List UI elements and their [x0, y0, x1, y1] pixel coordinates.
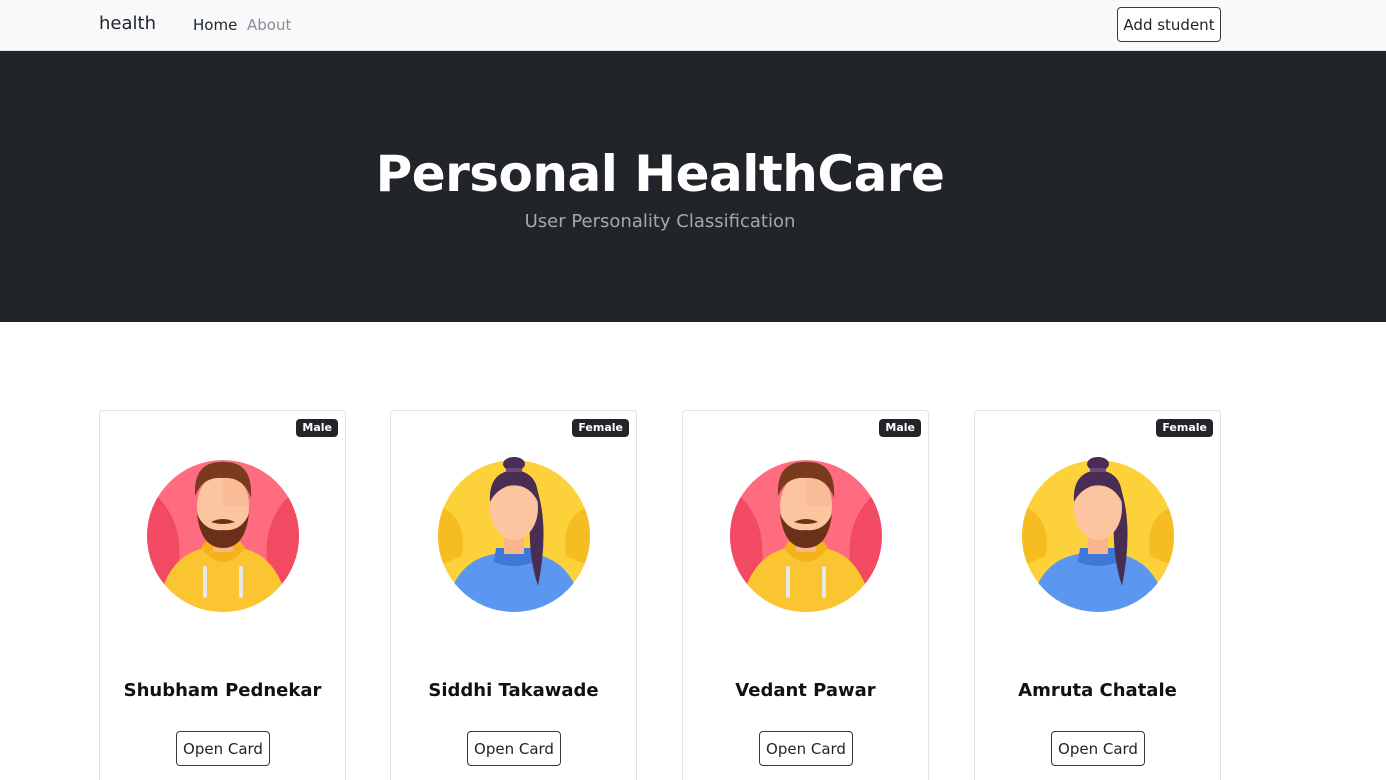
- nav-about-link[interactable]: About: [247, 16, 291, 34]
- open-card-button[interactable]: Open Card: [759, 731, 853, 766]
- gender-badge: Female: [572, 419, 629, 437]
- student-card: Female Siddhi Takawade Open Card: [390, 410, 637, 780]
- open-card-button[interactable]: Open Card: [467, 731, 561, 766]
- student-name: Vedant Pawar: [735, 680, 876, 701]
- gender-badge: Male: [296, 419, 338, 437]
- student-card: Male Shubham Pednekar Open Card: [99, 410, 346, 780]
- student-name: Shubham Pednekar: [123, 680, 322, 701]
- open-card-button[interactable]: Open Card: [176, 731, 270, 766]
- student-name: Siddhi Takawade: [428, 680, 599, 701]
- male-avatar-icon: [730, 456, 882, 614]
- student-card: Female Amruta Chatale Open Card: [974, 410, 1221, 780]
- gender-badge: Male: [879, 419, 921, 437]
- gender-badge: Female: [1156, 419, 1213, 437]
- male-avatar-icon: [147, 456, 299, 614]
- student-card: Male Vedant Pawar Open Card: [682, 410, 929, 780]
- navbar: health Home About Add student: [0, 0, 1386, 51]
- female-avatar-icon: [438, 456, 590, 614]
- hero-banner: Personal HealthCare User Personality Cla…: [0, 51, 1386, 322]
- open-card-button[interactable]: Open Card: [1051, 731, 1145, 766]
- page-subtitle: User Personality Classification: [524, 211, 796, 232]
- brand-link[interactable]: health: [99, 13, 156, 34]
- page-title: Personal HealthCare: [375, 145, 945, 203]
- nav-home-link[interactable]: Home: [193, 16, 237, 34]
- student-name: Amruta Chatale: [1018, 680, 1177, 701]
- add-student-button[interactable]: Add student: [1117, 7, 1221, 42]
- female-avatar-icon: [1022, 456, 1174, 614]
